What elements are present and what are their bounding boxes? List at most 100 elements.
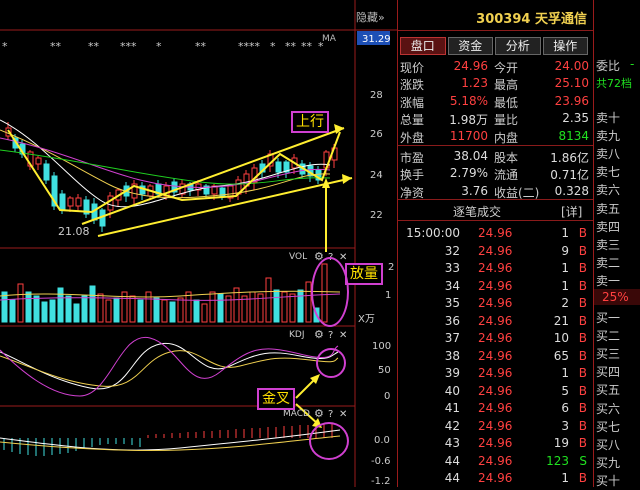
kline-chart[interactable]: * ** ** *** * ** **** * ** ** * MA 31.29 28 26 24… (0, 0, 397, 487)
hide-panel-button[interactable]: 隐藏» (356, 9, 385, 25)
macd-tick-0: 0.0 (374, 435, 390, 446)
price-tick-26: 26 (370, 129, 383, 140)
price-tick-24: 24 (370, 170, 383, 181)
signal-star: * (270, 40, 276, 53)
signal-star: ** (285, 40, 297, 53)
panel-tabs: 盘口 资金 分析 操作 (400, 37, 590, 55)
help-icon[interactable]: ? (328, 409, 333, 420)
tab-analysis[interactable]: 分析 (495, 37, 541, 55)
candle (107, 195, 114, 211)
buy-level[interactable]: 买二 (594, 326, 640, 345)
buy-level[interactable]: 买九 (594, 453, 640, 472)
buy-level[interactable]: 买六 (594, 399, 640, 418)
trades-header: 逐笔成交 [详] (398, 201, 593, 219)
trade-row: 38 24.96 65 B (444, 348, 587, 363)
sell-level[interactable]: 卖十 (594, 108, 640, 127)
buy-level[interactable]: 买三 (594, 344, 640, 363)
volume-bar (9, 299, 16, 323)
gear-icon[interactable]: ⚙ (314, 407, 324, 420)
volume-bar (81, 295, 88, 323)
info-row: 市盈 38.04 股本 1.86亿 (400, 149, 589, 165)
sell-level[interactable]: 卖八 (594, 144, 640, 163)
sell-level[interactable]: 卖六 (594, 180, 640, 199)
buy-level[interactable]: 买一 (594, 308, 640, 327)
kdj-tick-100: 100 (372, 341, 391, 352)
trade-row: 35 24.96 2 B (444, 296, 587, 310)
volume-bar (129, 295, 136, 323)
buy-level[interactable]: 买七 (594, 417, 640, 436)
tab-funds[interactable]: 资金 (447, 37, 493, 55)
volume-bar (153, 297, 160, 323)
buy-level[interactable]: 买八 (594, 435, 640, 454)
ma-label: MA (322, 34, 337, 44)
signal-star: ** (88, 40, 100, 53)
divider (398, 199, 593, 200)
sell-level[interactable]: 卖三 (594, 235, 640, 254)
annotation-volume: 放量 (345, 263, 383, 285)
kline-chart-area[interactable]: * ** ** *** * ** **** * ** ** * MA 31.29 28 26 24… (0, 0, 397, 487)
kdj-highlight-ring (316, 348, 346, 378)
zigzag-path (7, 129, 341, 214)
annotation-up: 上行 (291, 111, 329, 133)
kdj-d (0, 350, 339, 387)
quote-row: 涨跌 1.23 最高 25.10 (400, 76, 589, 93)
sell-level[interactable]: 卖七 (594, 162, 640, 181)
macd-histogram (0, 423, 341, 456)
volume-bar (73, 303, 80, 323)
volume-bar (105, 299, 112, 323)
trade-row: 40 24.96 5 B (444, 383, 587, 398)
signal-star: **** (238, 40, 261, 53)
signal-star: ** (195, 40, 207, 53)
close-icon[interactable]: ✕ (339, 252, 347, 263)
sell-level[interactable]: 卖二 (594, 253, 640, 272)
sell-level[interactable]: 卖一 (594, 271, 640, 290)
volume-bar (169, 301, 176, 323)
candlesticks (5, 122, 338, 232)
divider (398, 220, 593, 221)
volume-bar (41, 301, 48, 323)
info-row: 净资 3.76 收益(二) 0.328 (400, 183, 589, 200)
sell-level[interactable]: 卖九 (594, 126, 640, 145)
stock-code: 300394 (476, 12, 531, 27)
volume-bar (25, 291, 32, 323)
signal-star: * (156, 40, 162, 53)
help-icon[interactable]: ? (328, 330, 333, 341)
volume-bar (1, 291, 8, 323)
volume-bar (289, 293, 296, 323)
candle (43, 163, 50, 181)
candle (67, 197, 74, 207)
macd-tick-neg06: -0.6 (371, 456, 391, 467)
trades-detail-link[interactable]: [详] (561, 203, 582, 220)
trade-row: 41 24.96 6 B (444, 401, 587, 415)
gear-icon[interactable]: ⚙ (314, 328, 324, 341)
buy-level[interactable]: 买四 (594, 362, 640, 381)
volume-bar (193, 299, 200, 323)
info-row: 换手 2.79% 流通 0.71亿 (400, 166, 589, 183)
quote-panel: 300394 天孚通信 盘口 资金 分析 操作 现价 24.96 今开 24.00 涨跌… (397, 0, 593, 487)
volume-bar (217, 293, 224, 323)
order-ratio-header: 委比 - (596, 57, 635, 73)
volume-bar (17, 283, 24, 323)
sell-level[interactable]: 卖五 (594, 199, 640, 218)
candle (59, 193, 66, 211)
trade-row: 32 24.96 9 B (444, 243, 587, 258)
volume-bar (33, 295, 40, 323)
quote-row: 外盘 11700 内盘 8134 (400, 128, 589, 145)
volume-bars (0, 263, 341, 323)
close-icon[interactable]: ✕ (339, 330, 347, 341)
kdj-tick-0: 0 (384, 391, 390, 402)
close-icon[interactable]: ✕ (339, 409, 347, 420)
volume-bar (137, 299, 144, 323)
sell-level[interactable]: 卖四 (594, 217, 640, 236)
tab-operation[interactable]: 操作 (542, 37, 588, 55)
price-tick-28: 28 (370, 90, 383, 101)
annotation-golden-cross: 金叉 (257, 388, 295, 410)
volume-bar (185, 291, 192, 323)
volume-bar (201, 303, 208, 323)
buy-level[interactable]: 买五 (594, 380, 640, 399)
stock-name: 天孚通信 (534, 12, 587, 27)
quote-row: 总量 1.98万 量比 2.35 (400, 111, 589, 128)
tab-handicap[interactable]: 盘口 (400, 37, 446, 55)
vol-tick-2: 2 (388, 262, 394, 273)
buy-level[interactable]: 买十 (594, 471, 640, 490)
